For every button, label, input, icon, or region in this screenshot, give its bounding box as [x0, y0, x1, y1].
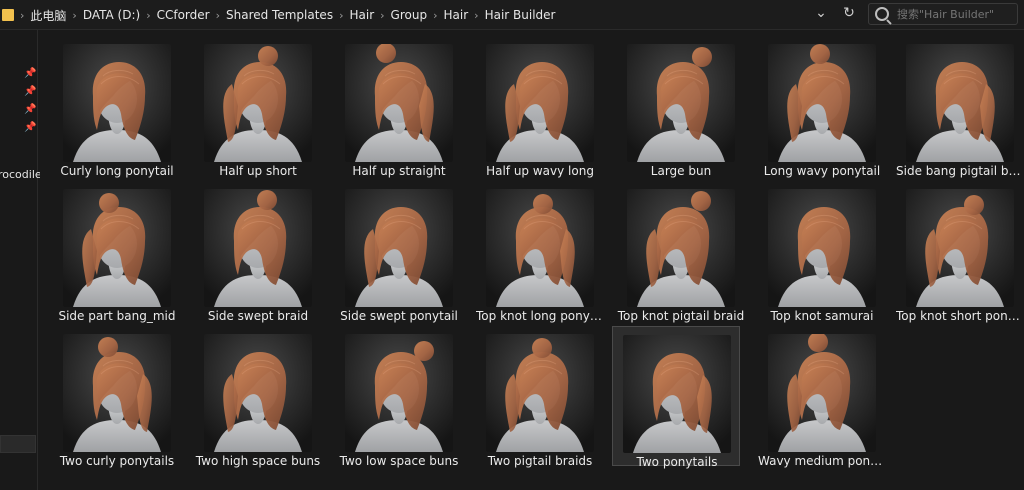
file-name: Two ponytails	[636, 455, 718, 469]
thumbnail-image	[627, 44, 735, 162]
file-name: Top knot samurai	[770, 309, 874, 323]
file-name: Long wavy ponytail	[763, 164, 881, 178]
breadcrumb-item-5[interactable]: Hair	[349, 8, 374, 22]
thumbnail-image	[623, 335, 731, 453]
thumbnail-image	[345, 189, 453, 307]
file-item[interactable]: Half up wavy long	[476, 36, 604, 178]
address-bar: › 此电脑 › DATA (D:) › CCforder › Shared Te…	[0, 0, 1024, 30]
thumbnail-image	[63, 189, 171, 307]
breadcrumb-item-7[interactable]: Hair	[444, 8, 469, 22]
file-item[interactable]: Long wavy ponytail	[758, 36, 886, 178]
pin-icon: 📌	[24, 122, 37, 133]
file-item[interactable]: Half up straight	[335, 36, 463, 178]
file-name: Half up wavy long	[486, 164, 594, 178]
file-item[interactable]: Curly long ponytail	[53, 36, 181, 178]
file-name: Top knot long ponytail	[476, 309, 604, 323]
chevron-right-icon: ›	[339, 8, 344, 22]
file-name: Half up short	[219, 164, 297, 178]
chevron-right-icon: ›	[380, 8, 385, 22]
file-item[interactable]: Top knot short ponytail	[896, 181, 1024, 323]
file-name: Two low space buns	[339, 454, 459, 468]
file-item[interactable]: Side bang pigtail braid	[896, 36, 1024, 178]
file-name: Two curly ponytails	[59, 454, 175, 468]
file-item[interactable]: Two low space buns	[335, 326, 463, 468]
file-name: Side swept braid	[207, 309, 309, 323]
thumbnail-image	[204, 44, 312, 162]
breadcrumb-item-6[interactable]: Group	[391, 8, 428, 22]
file-item[interactable]: Top knot long ponytail	[476, 181, 604, 323]
thumbnail-image	[906, 44, 1014, 162]
nav-selected-item[interactable]	[0, 435, 36, 453]
breadcrumb-item-2[interactable]: DATA (D:)	[83, 8, 140, 22]
thumbnail-image	[63, 44, 171, 162]
file-item[interactable]: Top knot samurai	[758, 181, 886, 323]
file-name: Side part bang_mid	[58, 309, 176, 323]
file-name: Two pigtail braids	[487, 454, 593, 468]
file-name: Curly long ponytail	[60, 164, 174, 178]
breadcrumb[interactable]: › 此电脑 › DATA (D:) › CCforder › Shared Te…	[0, 2, 860, 28]
file-name: Side swept ponytail	[340, 309, 458, 323]
nav-item[interactable]: rocodile	[0, 168, 42, 181]
search-input[interactable]	[895, 6, 1009, 22]
search-icon	[875, 7, 889, 21]
file-item[interactable]: Large bun	[617, 36, 745, 178]
thumbnail-image	[768, 334, 876, 452]
chevron-right-icon: ›	[215, 8, 220, 22]
chevron-right-icon: ›	[433, 8, 438, 22]
thumbnail-image	[204, 189, 312, 307]
thumbnail-image	[486, 189, 594, 307]
thumbnail-image	[345, 334, 453, 452]
file-item[interactable]: Half up short	[194, 36, 322, 178]
folder-icon	[2, 9, 14, 21]
file-item[interactable]: Wavy medium ponytail	[758, 326, 886, 468]
file-item[interactable]: Two high space buns	[194, 326, 322, 468]
thumbnail-image	[627, 189, 735, 307]
chevron-right-icon: ›	[146, 8, 151, 22]
file-name: Side bang pigtail braid	[896, 164, 1024, 178]
file-name: Large bun	[650, 164, 712, 178]
thumbnail-image	[768, 189, 876, 307]
file-grid: Curly long ponytail Half up short Half u…	[40, 30, 1024, 490]
thumbnail-image	[345, 44, 453, 162]
pin-icon: 📌	[24, 104, 37, 115]
file-item-selected[interactable]: Two ponytails	[612, 326, 740, 469]
thumbnail-image	[486, 334, 594, 452]
breadcrumb-item-1[interactable]: 此电脑	[30, 7, 66, 24]
thumbnail-image	[63, 334, 171, 452]
thumbnail-image	[768, 44, 876, 162]
thumbnail-image	[204, 334, 312, 452]
file-name: Top knot short ponytail	[896, 309, 1024, 323]
navigation-pane: 📌 📌 📌 📌 rocodile	[0, 30, 42, 490]
chevron-down-icon[interactable]: ⌄	[810, 2, 832, 24]
file-name: Half up straight	[352, 164, 446, 178]
file-item[interactable]: Top knot pigtail braid	[617, 181, 745, 323]
breadcrumb-item-8[interactable]: Hair Builder	[485, 8, 556, 22]
file-item[interactable]: Two curly ponytails	[53, 326, 181, 468]
thumbnail-image	[486, 44, 594, 162]
file-name: Two high space buns	[195, 454, 321, 468]
file-item[interactable]: Side swept ponytail	[335, 181, 463, 323]
breadcrumb-item-3[interactable]: CCforder	[157, 8, 210, 22]
breadcrumb-item-4[interactable]: Shared Templates	[226, 8, 333, 22]
search-box[interactable]	[868, 3, 1018, 25]
chevron-right-icon: ›	[20, 8, 25, 22]
chevron-right-icon: ›	[474, 8, 479, 22]
thumbnail-image	[906, 189, 1014, 307]
chevron-right-icon: ›	[72, 8, 77, 22]
file-item[interactable]: Side swept braid	[194, 181, 322, 323]
pin-icon: 📌	[24, 68, 37, 79]
address-actions: ⌄ ↻	[810, 0, 864, 26]
refresh-icon: ↻	[843, 5, 855, 21]
file-item[interactable]: Side part bang_mid	[53, 181, 181, 323]
file-name: Top knot pigtail braid	[617, 309, 745, 323]
file-item[interactable]: Two pigtail braids	[476, 326, 604, 468]
file-name: Wavy medium ponytail	[758, 454, 886, 468]
pin-icon: 📌	[24, 86, 37, 97]
refresh-button[interactable]: ↻	[838, 2, 860, 24]
